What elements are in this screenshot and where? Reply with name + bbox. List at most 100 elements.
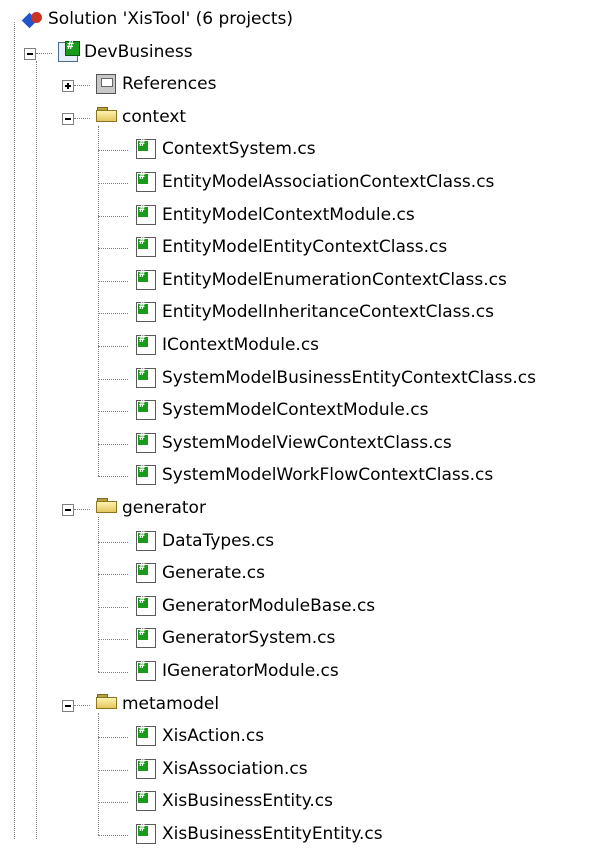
file-node-label: SystemModelViewContextClass.cs [162, 432, 452, 453]
file-node-label: EntityModelInheritanceContextClass.cs [162, 302, 494, 323]
file-node[interactable]: EntityModelInheritanceContextClass.cs [0, 297, 595, 329]
file-node[interactable]: SystemModelBusinessEntityContextClass.cs [0, 363, 595, 395]
file-node-label: IGeneratorModule.cs [162, 661, 339, 681]
csharp-file-icon [136, 204, 156, 225]
tree-connector [98, 769, 128, 771]
file-node[interactable]: EntityModelContextModule.cs [0, 200, 595, 232]
file-node[interactable]: ContextSystem.cs [0, 134, 595, 166]
tree-connector [98, 150, 128, 152]
expander-minus-icon[interactable] [62, 112, 74, 125]
file-node[interactable]: SystemModelViewContextClass.cs [0, 428, 595, 460]
solution-explorer-tree: Solution 'XisTool' (6 projects) DevBusine… [0, 0, 595, 844]
csharp-file-icon [136, 758, 156, 779]
tree-connector [98, 541, 128, 543]
tree-connector [14, 22, 15, 839]
references-node-label: References [122, 74, 217, 95]
folder-open-icon [96, 106, 117, 127]
expander-plus-icon[interactable] [62, 80, 74, 93]
csharp-file-icon [136, 138, 156, 160]
file-node[interactable]: Generate.cs [0, 558, 595, 590]
csharp-file-icon [136, 399, 156, 421]
solution-node[interactable]: Solution 'XisTool' (6 projects) [0, 4, 595, 36]
file-node[interactable]: GeneratorSystem.cs [0, 623, 595, 655]
tree-connector [98, 346, 128, 347]
file-node-label: EntityModelEnumerationContextClass.cs [162, 269, 507, 290]
file-node-label: EntityModelAssociationContextClass.cs [162, 172, 495, 192]
csharp-file-icon [136, 269, 156, 290]
tree-connector [98, 517, 99, 672]
folder-node-metamodel-label: metamodel [122, 693, 220, 714]
tree-connector [98, 476, 128, 478]
file-node-label: XisAction.cs [162, 726, 265, 747]
file-node[interactable]: EntityModelAssociationContextClass.cs [0, 167, 595, 199]
tree-connector [98, 672, 128, 673]
expander-minus-icon[interactable] [24, 47, 36, 60]
tree-connector [74, 704, 90, 706]
file-node[interactable]: XisAssociation.cs [0, 754, 595, 786]
tree-connector [98, 443, 128, 445]
csharp-file-icon [136, 464, 156, 486]
file-node[interactable]: SystemModelWorkFlowContextClass.cs [0, 460, 595, 492]
file-node-label: XisBusinessEntityEntity.cs [162, 824, 383, 844]
csharp-file-icon [136, 790, 156, 812]
tree-connector [98, 183, 128, 184]
file-node-label: XisBusinessEntity.cs [162, 791, 334, 812]
file-node-label: GeneratorSystem.cs [162, 628, 336, 649]
file-node[interactable]: EntityModelEnumerationContextClass.cs [0, 265, 595, 297]
file-node[interactable]: XisBusinessEntity.cs [0, 786, 595, 818]
file-node[interactable]: IContextModule.cs [0, 330, 595, 362]
tree-connector [98, 639, 128, 641]
file-node-label: SystemModelContextModule.cs [162, 400, 429, 421]
file-node-label: GeneratorModuleBase.cs [162, 595, 376, 616]
csharp-project-icon [58, 39, 80, 62]
tree-connector [36, 60, 37, 839]
file-node[interactable]: SystemModelContextModule.cs [0, 395, 595, 427]
tree-connector [98, 378, 128, 380]
tree-connector [98, 606, 128, 608]
file-node[interactable]: XisBusinessEntityEntity.cs [0, 819, 595, 851]
csharp-file-icon [136, 530, 156, 551]
tree-connector [98, 248, 128, 250]
csharp-file-icon [136, 660, 156, 681]
file-node-label: EntityModelEntityContextClass.cs [162, 237, 448, 258]
csharp-file-icon [136, 595, 156, 616]
file-node-label: SystemModelWorkFlowContextClass.cs [162, 465, 494, 486]
csharp-file-icon [136, 367, 156, 388]
folder-open-icon [96, 498, 117, 518]
tree-connector [74, 509, 90, 510]
file-node-label: DataTypes.cs [162, 530, 275, 551]
tree-connector [98, 737, 128, 739]
folder-node-context-label: context [122, 106, 187, 127]
csharp-file-icon [136, 562, 156, 584]
tree-connector [98, 802, 128, 804]
folder-node-generator-label: generator [122, 498, 206, 518]
file-node[interactable]: EntityModelEntityContextClass.cs [0, 232, 595, 264]
tree-connector [98, 411, 128, 413]
file-node[interactable]: XisAction.cs [0, 721, 595, 753]
folder-open-icon [96, 693, 117, 714]
file-node-label: ContextSystem.cs [162, 139, 316, 160]
csharp-file-icon [136, 432, 156, 453]
file-node-label: Generate.cs [162, 563, 266, 584]
expander-minus-icon[interactable] [62, 699, 74, 712]
file-node[interactable]: IGeneratorModule.cs [0, 656, 595, 688]
csharp-file-icon [136, 823, 156, 844]
tree-connector [36, 52, 52, 54]
tree-connector [98, 835, 128, 836]
project-node[interactable]: DevBusiness [0, 37, 595, 69]
tree-connector [98, 313, 128, 315]
csharp-file-icon [136, 236, 156, 258]
expander-minus-icon[interactable] [62, 504, 74, 516]
csharp-file-icon [136, 725, 156, 747]
file-node-label: IContextModule.cs [162, 335, 320, 355]
file-node[interactable]: GeneratorModuleBase.cs [0, 591, 595, 623]
csharp-file-icon [136, 334, 156, 355]
tree-connector [74, 117, 90, 119]
csharp-file-icon [136, 171, 156, 192]
solution-node-label: Solution 'XisTool' (6 projects) [48, 9, 293, 29]
tree-connector [98, 125, 99, 477]
project-node-label: DevBusiness [84, 41, 193, 62]
csharp-file-icon [136, 627, 156, 649]
tree-connector [74, 85, 90, 87]
file-node[interactable]: DataTypes.cs [0, 526, 595, 558]
